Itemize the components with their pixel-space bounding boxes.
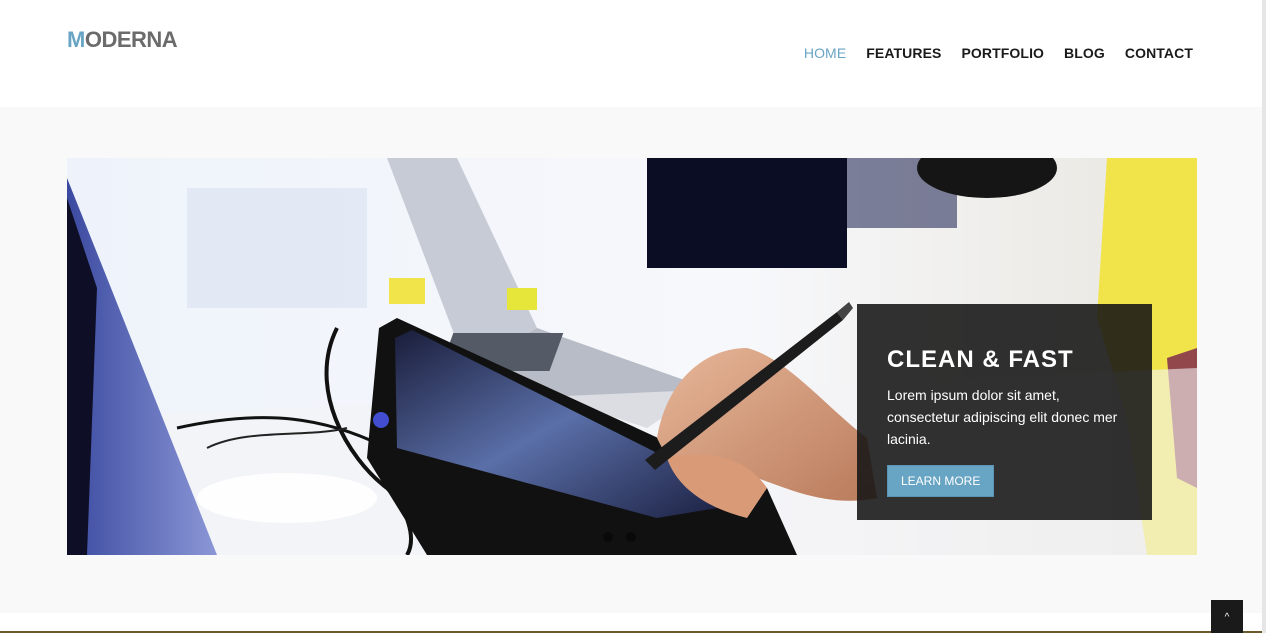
slider-dot-3[interactable] [649, 532, 659, 542]
chevron-up-icon: ^ [1224, 612, 1230, 623]
main-nav: HOME FEATURES PORTFOLIO BLOG CONTACT [804, 45, 1193, 63]
page-scrollbar[interactable] [1262, 0, 1266, 633]
slider-pagination [603, 532, 659, 542]
nav-contact-link[interactable]: CONTACT [1125, 45, 1193, 61]
slide-caption: CLEAN & FAST Lorem ipsum dolor sit amet,… [857, 304, 1152, 520]
site-header: MODERNA HOME FEATURES PORTFOLIO BLOG CON… [0, 0, 1262, 107]
scroll-up-button[interactable]: ^ [1211, 600, 1243, 633]
content-strip [0, 613, 1262, 633]
nav-portfolio-link[interactable]: PORTFOLIO [961, 45, 1044, 61]
nav-home-link[interactable]: HOME [804, 45, 846, 61]
nav-blog-link[interactable]: BLOG [1064, 45, 1105, 61]
slide-title: CLEAN & FAST [887, 346, 1074, 373]
slide-text: Lorem ipsum dolor sit amet, consectetur … [887, 387, 1118, 447]
slider-dot-2[interactable] [626, 532, 636, 542]
nav-features-link[interactable]: FEATURES [866, 45, 941, 61]
learn-more-button[interactable]: LEARN MORE [887, 465, 995, 497]
site-logo[interactable]: MODERNA [67, 27, 178, 53]
slider-dot-1[interactable] [603, 532, 613, 542]
